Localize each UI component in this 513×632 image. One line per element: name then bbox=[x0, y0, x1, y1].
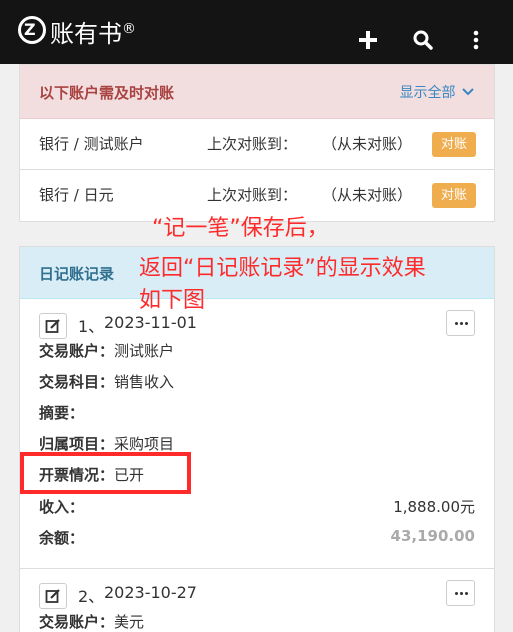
field-balance-label: 余额： bbox=[39, 529, 85, 547]
journal-entry: 1、 2023-11-01 交易账户：测试账户 交易科目：销售收入 摘要： 归属… bbox=[20, 299, 494, 569]
top-app-bar: Z 账有书® bbox=[0, 0, 513, 64]
reconciliation-title: 以下账户需及时对账 bbox=[39, 84, 175, 102]
field-income-label: 收入： bbox=[39, 498, 85, 516]
edit-icon bbox=[45, 319, 60, 333]
more-vertical-icon[interactable] bbox=[464, 28, 488, 52]
field-account: 交易账户：美元 bbox=[39, 613, 145, 631]
show-all-link[interactable]: 显示全部 bbox=[400, 82, 474, 102]
dot-icon bbox=[460, 322, 463, 325]
logo-icon: Z bbox=[18, 16, 46, 44]
edit-button[interactable] bbox=[39, 313, 67, 339]
annotation-line-2: 返回“日记账记录”的显示效果 bbox=[139, 256, 426, 281]
account-name: 银行 / 测试账户 bbox=[39, 135, 144, 153]
reconciliation-row: 银行 / 测试账户 上次对账到： （从未对账） 对账 bbox=[20, 119, 494, 170]
last-reconciled-label: 上次对账到： bbox=[207, 135, 298, 153]
entry-date: 2023-10-27 bbox=[104, 583, 197, 602]
search-icon[interactable] bbox=[411, 28, 435, 52]
last-reconciled-value: （从未对账） bbox=[322, 135, 413, 153]
reconcile-button[interactable]: 对账 bbox=[432, 183, 476, 208]
last-reconciled-label: 上次对账到： bbox=[207, 186, 298, 204]
entry-number: 2、 bbox=[78, 587, 105, 606]
edit-icon bbox=[45, 589, 60, 603]
dot-icon bbox=[455, 592, 458, 595]
annotation-line-3: 如下图 bbox=[139, 288, 206, 313]
chevron-down-icon bbox=[462, 88, 474, 96]
field-project: 归属项目：采购项目 bbox=[39, 435, 175, 453]
last-reconciled-value: （从未对账） bbox=[322, 186, 413, 204]
journal-panel: 日记账记录 1、 2023-11-01 交易账户：测试账户 交易科目：销售收入 … bbox=[19, 246, 495, 632]
balance-amount: 43,190.00 bbox=[390, 527, 475, 545]
app-title: 账有书® bbox=[50, 20, 136, 48]
field-summary: 摘要： bbox=[39, 404, 85, 422]
annotation-line-1: “记一笔”保存后， bbox=[152, 216, 329, 241]
account-name: 银行 / 日元 bbox=[39, 186, 114, 204]
reconcile-button[interactable]: 对账 bbox=[432, 132, 476, 157]
field-subject: 交易科目：销售收入 bbox=[39, 373, 175, 391]
dot-icon bbox=[465, 592, 468, 595]
entry-number: 1、 bbox=[78, 317, 105, 336]
annotation-highlight-box bbox=[20, 452, 191, 494]
journal-entry: 2、 2023-10-27 交易账户：美元 bbox=[20, 569, 494, 632]
entry-more-button[interactable] bbox=[446, 580, 475, 606]
reconciliation-panel: 以下账户需及时对账 显示全部 银行 / 测试账户 上次对账到： （从未对账） 对… bbox=[19, 64, 495, 222]
dot-icon bbox=[455, 322, 458, 325]
journal-title: 日记账记录 bbox=[39, 265, 115, 283]
dot-icon bbox=[460, 592, 463, 595]
reconciliation-header: 以下账户需及时对账 显示全部 bbox=[20, 65, 494, 119]
plus-icon[interactable] bbox=[356, 28, 380, 52]
edit-button[interactable] bbox=[39, 583, 67, 609]
dot-icon bbox=[465, 322, 468, 325]
entry-more-button[interactable] bbox=[446, 310, 475, 336]
field-account: 交易账户：测试账户 bbox=[39, 342, 175, 360]
income-amount: 1,888.00元 bbox=[393, 498, 475, 516]
